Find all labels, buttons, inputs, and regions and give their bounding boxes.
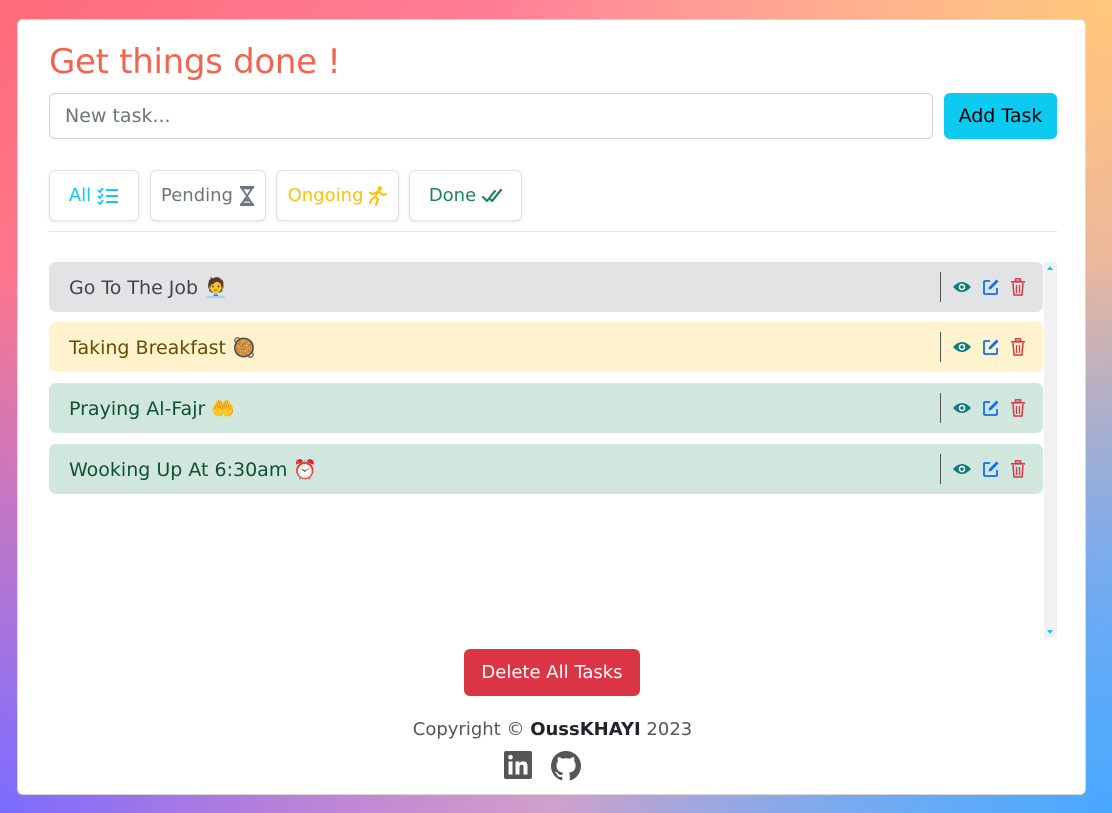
filter-ongoing-button[interactable]: Ongoing [276,170,399,221]
filters-divider [49,231,1057,232]
task-row: Wooking Up At 6:30am ⏰ [49,444,1043,494]
edit-task-icon[interactable] [982,338,1000,356]
delete-task-icon[interactable] [1010,338,1026,356]
task-list-scrollbar[interactable] [1044,262,1057,638]
view-task-icon[interactable] [952,462,972,476]
add-task-button[interactable]: Add Task [944,93,1057,139]
filter-pending-button[interactable]: Pending [150,170,266,221]
task-row: Praying Al-Fajr 🤲 [49,383,1043,433]
filter-ongoing-label: Ongoing [287,185,364,206]
list-check-icon [97,186,119,205]
github-icon[interactable] [551,751,581,781]
delete-task-icon[interactable] [1010,460,1026,478]
task-actions [940,332,1026,362]
edit-task-icon[interactable] [982,278,1000,296]
new-task-input[interactable] [49,93,933,139]
copyright-year: 2023 [646,719,693,740]
copyright-prefix: Copyright © [412,719,525,740]
task-actions [940,272,1026,302]
view-task-icon[interactable] [952,401,972,415]
task-text: Taking Breakfast 🥘 [69,336,256,359]
scroll-up-arrow-icon[interactable] [1047,266,1053,270]
task-actions [940,393,1026,423]
task-text: Wooking Up At 6:30am ⏰ [69,458,318,481]
delete-task-icon[interactable] [1010,278,1026,296]
running-person-icon [369,185,388,206]
edit-task-icon[interactable] [982,460,1000,478]
double-check-icon [482,188,503,204]
todo-card: Get things done ! Add Task All Pending [17,19,1086,795]
filter-all-button[interactable]: All [49,170,139,221]
delete-task-icon[interactable] [1010,399,1026,417]
scroll-down-arrow-icon[interactable] [1047,630,1053,634]
copyright-text: Copyright © OussKHAYI 2023 [18,719,1087,740]
page-title: Get things done ! [49,42,341,82]
task-list: Go To The Job 🧑‍💼 Taking Breakfast 🥘 [49,262,1057,638]
edit-task-icon[interactable] [982,399,1000,417]
linkedin-icon[interactable] [504,751,532,779]
filter-all-label: All [68,185,92,206]
task-text: Praying Al-Fajr 🤲 [69,397,235,420]
hourglass-icon [239,185,255,206]
filter-pending-label: Pending [161,185,233,206]
task-actions [940,454,1026,484]
task-row: Go To The Job 🧑‍💼 [49,262,1043,312]
view-task-icon[interactable] [952,280,972,294]
filter-done-button[interactable]: Done [409,170,522,221]
author-name: OussKHAYI [530,719,641,740]
task-row: Taking Breakfast 🥘 [49,322,1043,372]
filter-done-label: Done [428,185,477,206]
view-task-icon[interactable] [952,340,972,354]
task-text: Go To The Job 🧑‍💼 [69,276,228,299]
delete-all-tasks-button[interactable]: Delete All Tasks [464,649,640,696]
